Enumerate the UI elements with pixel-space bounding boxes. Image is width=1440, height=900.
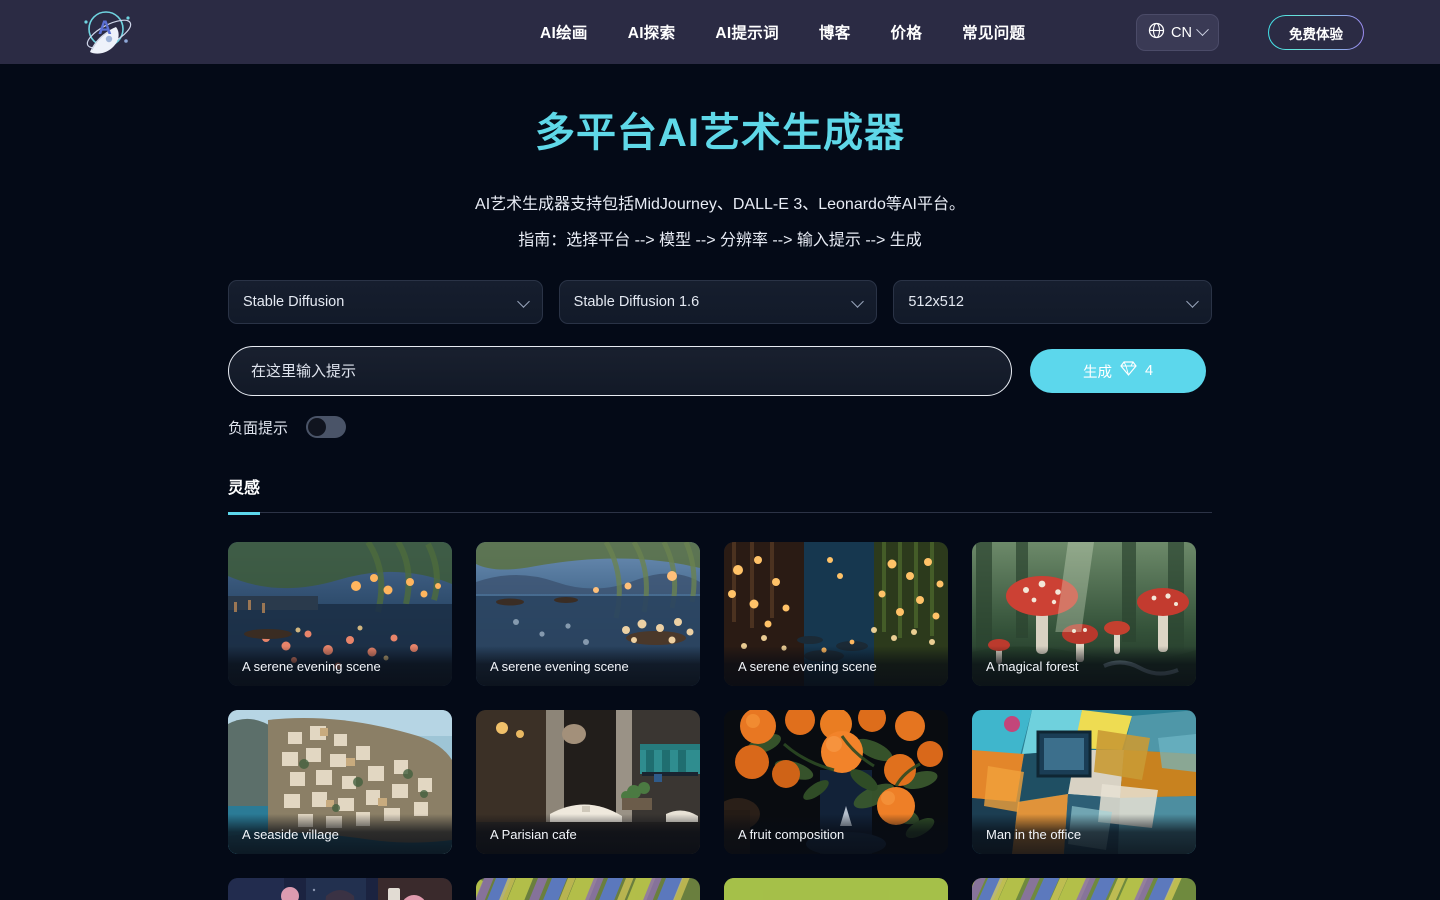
nav-item-ai-drawing[interactable]: AI绘画 <box>540 21 588 43</box>
tab-divider <box>228 512 1212 515</box>
gallery-card[interactable]: A seaside village <box>228 710 452 854</box>
free-trial-button[interactable]: 免费体验 <box>1268 15 1364 50</box>
hero-guide-text: 指南：选择平台 --> 模型 --> 分辨率 --> 输入提示 --> 生成 <box>518 232 922 249</box>
tab-inspiration[interactable]: 灵感 <box>228 474 260 512</box>
platform-select[interactable]: Stable Diffusion <box>228 280 543 324</box>
prompt-input[interactable] <box>251 362 989 380</box>
gallery-card[interactable]: Man in the office <box>972 710 1196 854</box>
gallery-card-caption: A serene evening scene <box>476 646 700 686</box>
chevron-down-icon <box>516 295 530 308</box>
model-select-value: Stable Diffusion 1.6 <box>573 294 700 310</box>
negative-prompt-row: 负面提示 <box>228 416 1212 438</box>
nav-item-pricing[interactable]: 价格 <box>891 21 923 43</box>
gallery-card-caption: Man in the office <box>972 814 1196 854</box>
free-trial-label: 免费体验 <box>1289 26 1343 42</box>
prompt-row: 生成 4 <box>228 346 1212 396</box>
gallery-card[interactable]: A fruit composition <box>724 710 948 854</box>
toggle-knob <box>308 418 327 436</box>
selector-row: Stable Diffusion Stable Diffusion 1.6 51… <box>228 280 1212 324</box>
nav-item-blog[interactable]: 博客 <box>819 21 851 43</box>
generate-button[interactable]: 生成 4 <box>1030 349 1206 393</box>
hero-subtitle: AI艺术生成器支持包括MidJourney、DALL-E 3、Leonardo等… <box>475 196 965 213</box>
gallery-card[interactable]: A magical forest <box>972 542 1196 686</box>
gallery-card[interactable] <box>724 878 948 900</box>
gallery-card[interactable] <box>228 878 452 900</box>
gallery-card[interactable] <box>476 878 700 900</box>
gallery-card-caption: A fruit composition <box>724 814 948 854</box>
gallery-card[interactable]: A serene evening scene <box>476 542 700 686</box>
generate-label: 生成 <box>1082 364 1112 381</box>
model-select[interactable]: Stable Diffusion 1.6 <box>558 280 878 324</box>
anime-street-lanterns-art <box>228 878 452 900</box>
language-label: CN <box>1171 24 1192 41</box>
prompt-field-wrap[interactable] <box>228 346 1012 396</box>
diamond-icon <box>1120 361 1137 381</box>
chevron-down-icon <box>1196 23 1209 37</box>
gallery-card-caption: A Parisian cafe <box>476 814 700 854</box>
gallery-card-caption: A serene evening scene <box>228 646 452 686</box>
resolution-select[interactable]: 512x512 <box>893 280 1212 324</box>
negative-prompt-label: 负面提示 <box>228 419 289 437</box>
generate-credit-count: 4 <box>1144 363 1154 379</box>
gallery-card[interactable]: A serene evening scene <box>228 542 452 686</box>
chevron-down-icon <box>1186 295 1199 308</box>
nav-item-ai-explore[interactable]: AI探索 <box>628 21 676 43</box>
page-title: 多平台AI艺术生成器 <box>535 111 905 155</box>
tab-active-indicator <box>228 512 260 515</box>
hero-section: 多平台AI艺术生成器 AI艺术生成器支持包括MidJourney、DALL-E … <box>0 100 1440 250</box>
content-wrap: Stable Diffusion Stable Diffusion 1.6 51… <box>228 280 1212 900</box>
inspiration-grid: A serene evening scene A serene evening … <box>228 542 1212 900</box>
platform-select-value: Stable Diffusion <box>243 294 345 310</box>
gallery-tabs: 灵感 <box>228 474 1212 515</box>
svg-text:A: A <box>98 18 112 39</box>
gallery-card[interactable] <box>972 878 1196 900</box>
chevron-down-icon <box>851 295 865 308</box>
nav-item-faq[interactable]: 常见问题 <box>962 21 1025 43</box>
gallery-card-caption: A magical forest <box>972 646 1196 686</box>
language-selector[interactable]: CN <box>1136 14 1219 51</box>
lavender-field-figure-art <box>724 878 948 900</box>
gallery-card-caption: A serene evening scene <box>724 646 948 686</box>
negative-prompt-toggle[interactable] <box>306 416 347 438</box>
gallery-card[interactable]: A serene evening scene <box>724 542 948 686</box>
impressionist-girl-meadow-art <box>972 878 1196 900</box>
globe-icon <box>1148 22 1165 44</box>
resolution-select-value: 512x512 <box>908 294 964 310</box>
impressionist-girl-field-art <box>476 878 700 900</box>
gallery-card[interactable]: A Parisian cafe <box>476 710 700 854</box>
site-header: A AI绘画 AI探索 AI提示词 博客 价格 常见问题 CN 免费体验 <box>0 0 1440 64</box>
nav-item-ai-prompts[interactable]: AI提示词 <box>715 21 779 43</box>
rocket-planet-logo[interactable]: A <box>76 8 138 58</box>
gallery-card-caption: A seaside village <box>228 814 452 854</box>
main-nav: AI绘画 AI探索 AI提示词 博客 价格 常见问题 <box>540 0 1025 64</box>
